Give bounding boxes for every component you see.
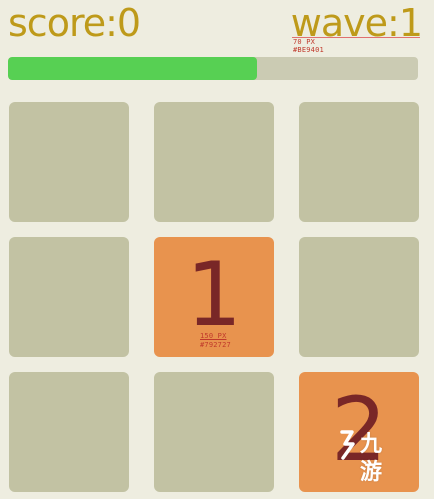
empty-cell[interactable] — [9, 237, 129, 357]
empty-cell[interactable] — [299, 237, 419, 357]
empty-cell[interactable] — [154, 102, 274, 222]
jiuyou-logo-icon — [340, 430, 355, 460]
wave-font-size-annotation: 70 PX — [293, 38, 316, 46]
empty-cell[interactable] — [154, 372, 274, 492]
empty-cell[interactable] — [9, 372, 129, 492]
tile-font-size-annotation: 150 PX — [200, 332, 227, 340]
wave-color-annotation: #BE9401 — [293, 46, 324, 54]
wave-progress-bar — [8, 57, 418, 80]
score-label: score:0 — [8, 1, 141, 45]
empty-cell[interactable] — [299, 102, 419, 222]
wave-progress-fill — [8, 57, 257, 80]
watermark-text: 九游 — [360, 432, 383, 485]
tile-color-annotation: #792727 — [200, 341, 231, 349]
jiuyou-watermark: 九游 — [336, 428, 400, 485]
empty-cell[interactable] — [9, 102, 129, 222]
